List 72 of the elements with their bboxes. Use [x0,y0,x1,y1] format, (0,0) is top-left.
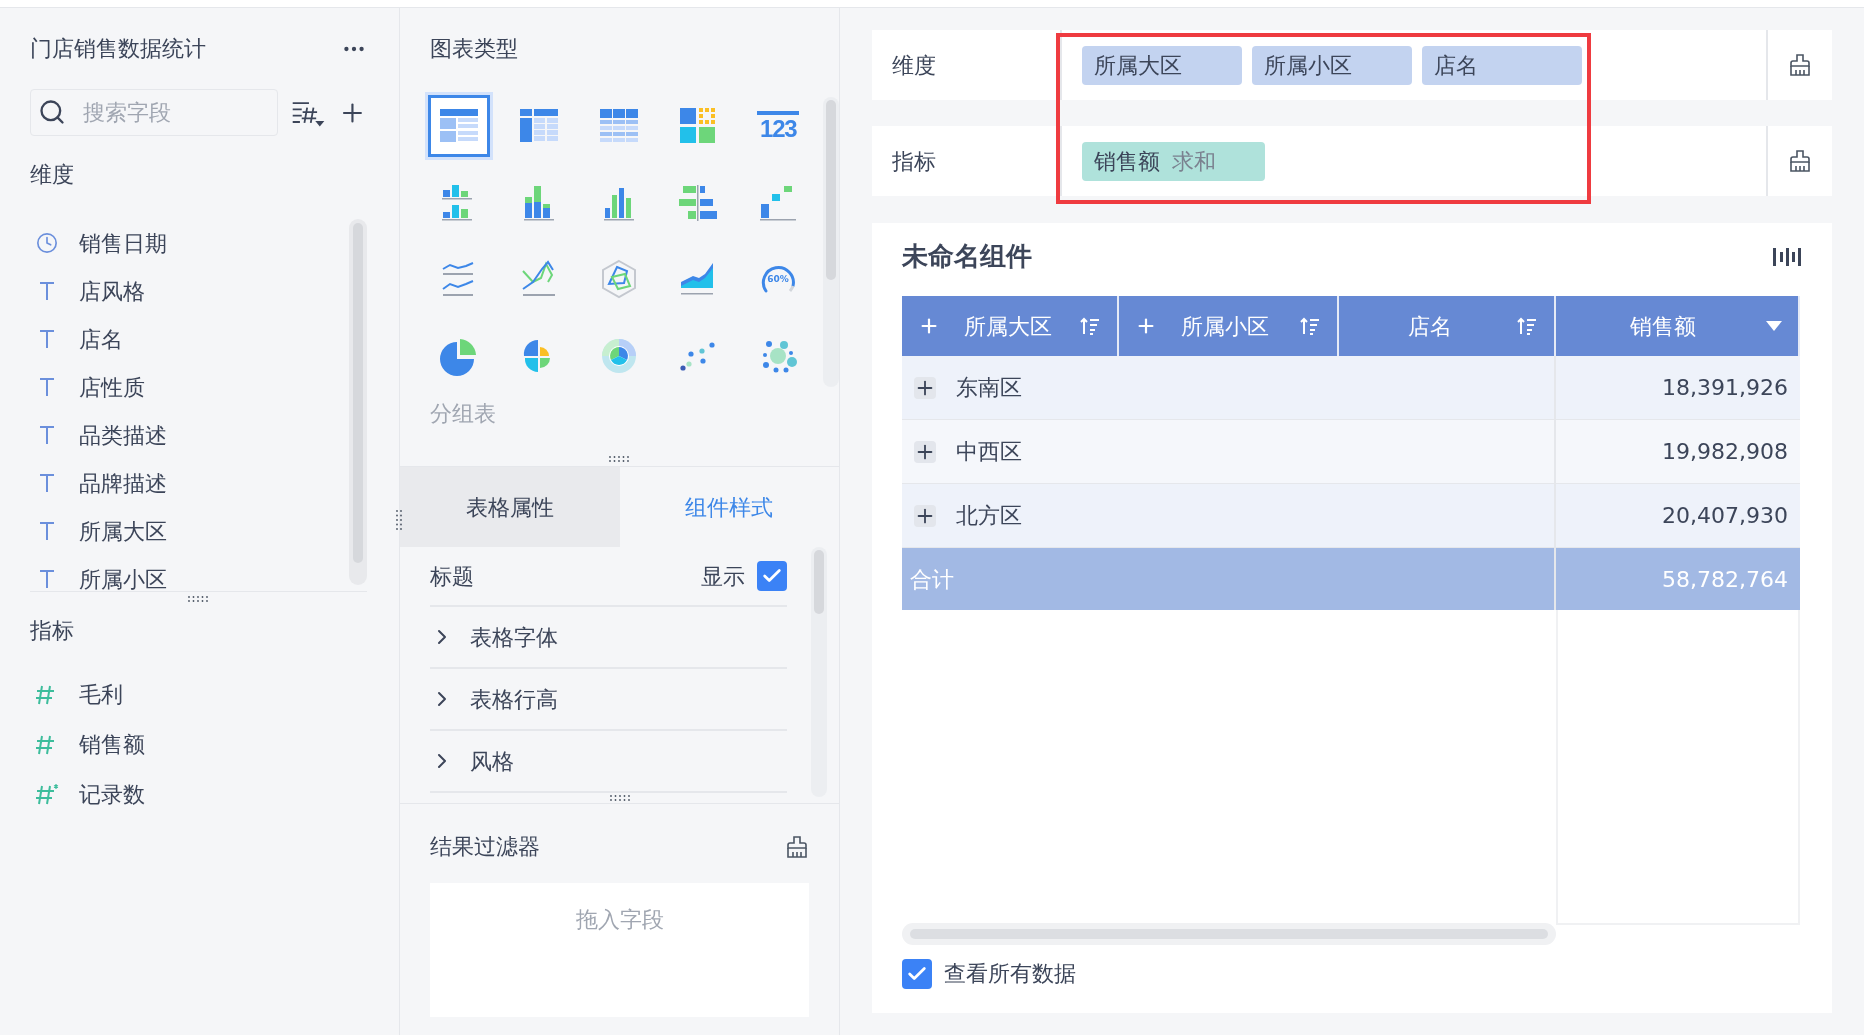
table-cell-text: 20,407,930 [1661,502,1789,530]
sort-icon[interactable] [1516,316,1538,336]
text-type-icon [39,377,55,397]
collapsible-section[interactable]: 表格字体 [430,607,787,669]
shelf-label: 指标 [891,147,937,176]
field-item[interactable]: 所属大区 [30,507,349,555]
chart-type-name: 分组表 [430,400,497,428]
field-tag[interactable]: 销售额 求和 [1082,141,1265,181]
field-item[interactable]: 店名 [30,315,349,363]
chart-type-option[interactable] [428,95,490,157]
table-cell-text: 19,982,908 [1661,438,1789,466]
column-title: 店名 [1406,312,1453,341]
checkbox[interactable] [757,561,787,591]
field-item[interactable]: 品牌描述 [30,459,349,507]
field-item[interactable]: 毛利 [30,669,367,719]
dataset-title: 门店销售数据统计 [30,35,206,63]
column-title: 所属大区 [964,312,1053,341]
resize-handle[interactable] [187,596,210,602]
checkbox-label: 查看所有数据 [944,960,1076,988]
setting-label: 标题 [430,562,474,591]
column-title: 销售额 [1629,312,1697,341]
table-cell-text: 18,391,926 [1661,374,1789,402]
field-tag[interactable]: 所属小区 [1252,45,1412,85]
count-type-icon [35,783,59,805]
expand-icon[interactable] [914,376,936,399]
collapsible-section[interactable]: 风格 [430,731,787,793]
total-label: 合计 [902,548,1556,610]
text-type-icon [39,569,55,589]
dropdown-icon[interactable] [1766,320,1782,332]
scrollbar[interactable] [823,97,839,387]
field-tag[interactable]: 所属大区 [1082,45,1242,85]
checkbox[interactable] [902,958,932,989]
text-type-icon [39,521,55,541]
total-value: 58,782,764 [1661,565,1789,594]
column-settings-icon[interactable] [1772,245,1802,268]
text-type-icon [39,329,55,349]
section-heading: 维度 [30,161,75,189]
toggle-label: 显示 [701,562,745,591]
resize-handle[interactable] [610,795,632,801]
clock-icon [36,232,58,254]
field-item[interactable]: 记录数 [30,769,367,819]
panel-title: 结果过滤器 [430,833,540,861]
scrollbar[interactable] [349,219,367,585]
resize-handle[interactable] [608,456,631,462]
tab[interactable]: 表格属性 [400,467,620,547]
horizontal-scrollbar[interactable] [902,923,1556,945]
text-type-icon [39,425,55,445]
field-item[interactable]: 店风格 [30,267,349,315]
column-title: 所属小区 [1181,312,1270,341]
field-name: 销售额 [1094,147,1160,176]
panel-title: 图表类型 [430,35,519,63]
sort-icon[interactable] [1079,316,1101,336]
shelf-label: 维度 [891,51,937,80]
search-field[interactable]: 搜索字段 [30,89,278,136]
expand-icon[interactable] [914,440,936,463]
resize-handle[interactable] [396,510,402,532]
scrollbar[interactable] [811,547,827,797]
field-item[interactable]: 所属小区 [30,555,349,591]
field-item[interactable]: 品类描述 [30,411,349,459]
sort-icon[interactable] [1299,316,1321,336]
search-icon [38,98,66,126]
aggregate-label: 求和 [1172,147,1216,176]
field-item[interactable]: 店性质 [30,363,349,411]
text-type-icon [39,473,55,493]
expand-icon[interactable] [914,504,936,527]
collapsible-section[interactable]: 表格行高 [430,669,787,731]
text-type-icon [39,281,55,301]
field-item[interactable]: 销售额 [30,719,367,769]
field-item[interactable]: 销售日期 [30,219,349,267]
field-tag[interactable]: 店名 [1422,45,1582,85]
section-heading: 指标 [30,617,75,645]
widget-title: 未命名组件 [902,240,1032,273]
